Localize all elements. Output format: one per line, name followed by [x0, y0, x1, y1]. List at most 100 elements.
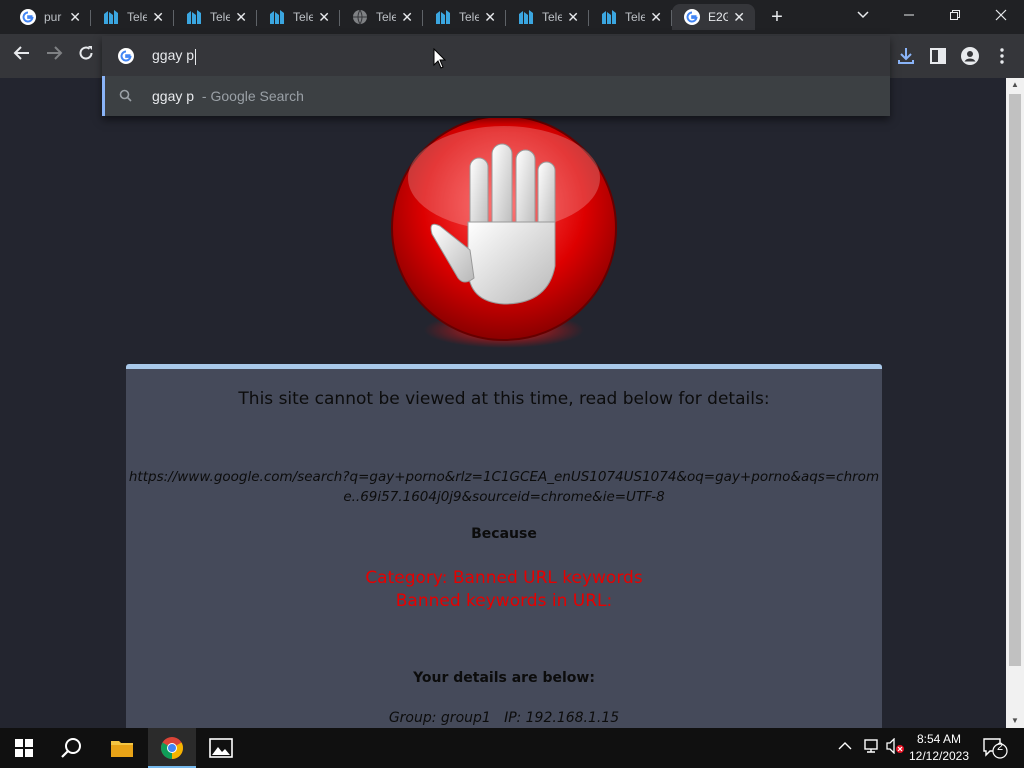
suggestion-query: ggay p [152, 88, 195, 104]
tab-title: Tele [293, 10, 313, 24]
network-icon [864, 739, 878, 753]
google-g-icon [118, 48, 134, 64]
tab-title: Tele [210, 10, 230, 24]
omnibox[interactable]: ggay p [102, 36, 890, 76]
close-tab-icon[interactable]: ✕ [69, 9, 81, 26]
blocked-url: https://www.google.com/search?q=gay+porn… [128, 469, 880, 505]
volume-button[interactable] [886, 737, 904, 757]
action-center-button[interactable]: 2 [982, 736, 1010, 763]
minimize-button[interactable] [886, 0, 932, 30]
close-tab-icon[interactable]: ✕ [650, 9, 662, 26]
browser-tab[interactable]: Tele ✕ [174, 4, 257, 30]
suggestion-highlight-bar [102, 76, 105, 116]
close-tab-icon[interactable]: ✕ [152, 9, 164, 26]
taskbar-search-button[interactable] [48, 728, 96, 768]
reload-icon [79, 46, 93, 60]
menu-button[interactable] [992, 46, 1012, 66]
back-button[interactable] [10, 44, 34, 68]
omnibox-dropdown: ggay p ggay p - Google Search [102, 36, 890, 116]
network-button[interactable] [862, 738, 880, 757]
block-notice-panel: This site cannot be viewed at this time,… [126, 364, 882, 728]
notification-count: 2 [996, 741, 1004, 753]
close-icon [995, 9, 1007, 21]
chrome-taskbar-button[interactable] [148, 728, 196, 768]
volume-muted-icon [886, 737, 904, 755]
google-g-icon [684, 9, 700, 25]
browser-tab[interactable]: E2G ✕ [672, 4, 755, 30]
browser-tab[interactable]: Tele ✕ [589, 4, 672, 30]
start-button[interactable] [0, 728, 48, 768]
tab-search-button[interactable] [840, 0, 886, 30]
user-details: Group: group1 IP: 192.168.1.15 [388, 710, 620, 726]
taskbar-clock[interactable]: 8:54 AM 12/12/2023 [904, 731, 974, 765]
new-tab-button[interactable]: + [766, 6, 788, 28]
page-content: This site cannot be viewed at this time,… [0, 78, 1006, 728]
tab-title: Tele [625, 10, 645, 24]
close-tab-icon[interactable]: ✕ [318, 9, 330, 26]
block-headline: This site cannot be viewed at this time,… [238, 389, 770, 409]
search-icon [61, 738, 81, 758]
details-heading: Your details are below: [413, 670, 595, 686]
telerik-icon [186, 9, 202, 25]
arrow-left-icon [13, 46, 29, 60]
forward-button[interactable] [42, 44, 66, 68]
banned-keywords: Banned keywords in URL: [395, 591, 613, 611]
tab-title: E2G [708, 10, 728, 24]
chevron-down-icon [857, 11, 869, 19]
side-panel-icon [930, 48, 946, 64]
telerik-icon [518, 9, 534, 25]
omnibox-suggestion[interactable]: ggay p - Google Search [102, 76, 890, 116]
search-icon [119, 89, 132, 102]
avatar-icon [961, 47, 979, 65]
show-hidden-icons-button[interactable] [838, 738, 852, 754]
omnibox-input[interactable]: ggay p [152, 47, 197, 65]
scroll-up-icon[interactable]: ▲ [1006, 78, 1024, 92]
photos-taskbar-button[interactable] [197, 728, 245, 768]
page-scrollbar[interactable]: ▲ ▼ [1006, 78, 1024, 728]
close-tab-icon[interactable]: ✕ [484, 9, 496, 26]
profile-button[interactable] [960, 46, 980, 66]
browser-tab[interactable]: Tele ✕ [91, 4, 174, 30]
tab-strip: pur ✕ Tele ✕ Tele ✕ Tele ✕ Tele ✕ Tele ✕ Tele ✕ Tele ✕ E… [0, 0, 1024, 34]
windows-logo-icon [15, 739, 33, 757]
close-tab-icon[interactable]: ✕ [235, 9, 247, 26]
clock-time: 8:54 AM [916, 732, 962, 746]
text-caret [195, 48, 197, 65]
tab-title: Tele [542, 10, 562, 24]
omnibox-input-value: ggay p [152, 47, 195, 64]
stop-hand-icon [391, 118, 617, 348]
tab-title: Tele [376, 10, 396, 24]
mouse-cursor-icon [433, 48, 447, 69]
browser-tab[interactable]: Tele ✕ [257, 4, 340, 30]
kebab-menu-icon [1000, 48, 1004, 64]
folder-icon [111, 741, 133, 757]
close-window-button[interactable] [978, 0, 1024, 30]
scrollbar-thumb[interactable] [1009, 94, 1021, 666]
restore-button[interactable] [932, 0, 978, 30]
globe-icon [352, 9, 368, 26]
telerik-icon [435, 9, 451, 25]
file-explorer-button[interactable] [98, 728, 146, 768]
telerik-icon [103, 9, 119, 25]
tab-title: Tele [459, 10, 479, 24]
scroll-down-icon[interactable]: ▼ [1006, 714, 1024, 728]
tab-title: Tele [127, 10, 147, 24]
browser-tab[interactable]: Tele ✕ [340, 4, 423, 30]
browser-tab[interactable]: pur ✕ [8, 4, 91, 30]
block-category: Category: Banned URL keywords [365, 568, 643, 588]
browser-tab[interactable]: Tele ✕ [423, 4, 506, 30]
close-tab-icon[interactable]: ✕ [733, 9, 745, 26]
downloads-button[interactable] [896, 46, 916, 66]
close-tab-icon[interactable]: ✕ [567, 9, 579, 26]
download-icon [898, 48, 914, 64]
image-icon [209, 738, 233, 758]
side-panel-button[interactable] [928, 46, 948, 66]
telerik-icon [269, 9, 285, 25]
tab-title: pur [44, 10, 62, 24]
google-g-icon [20, 9, 36, 25]
telerik-icon [601, 9, 617, 25]
close-tab-icon[interactable]: ✕ [401, 9, 413, 26]
suggestion-source: - Google Search [198, 88, 304, 104]
browser-tab[interactable]: Tele ✕ [506, 4, 589, 30]
reload-button[interactable] [74, 44, 98, 68]
